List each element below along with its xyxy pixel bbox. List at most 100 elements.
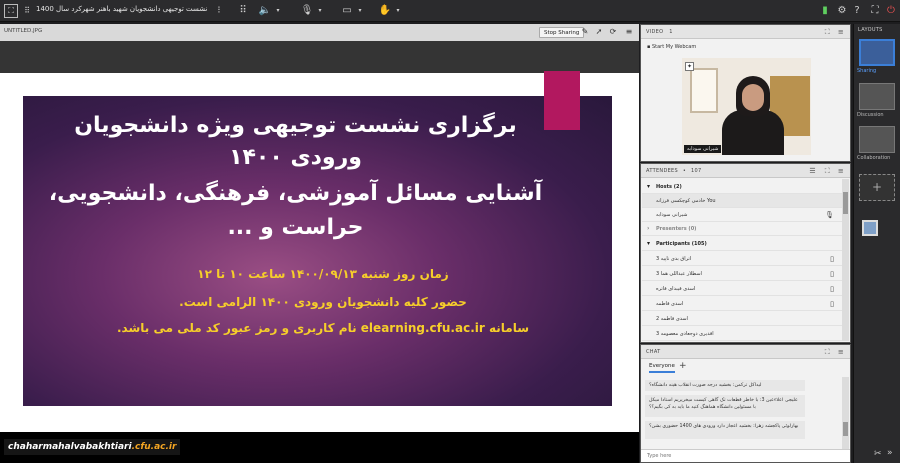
attendees-count: 107 bbox=[691, 168, 702, 174]
participant-row[interactable]: اسدی فاطمه 2 bbox=[642, 312, 842, 326]
top-menu-bar: ⛶ ⠿ نشست توجیهی دانشجویان شهید باهنر شهر… bbox=[0, 0, 900, 22]
grid-menu-icon[interactable]: ⠿ bbox=[236, 4, 250, 18]
participant-row[interactable]: اسدی فاطمه ▯ bbox=[642, 297, 842, 311]
chevron-down-icon: ▾ bbox=[647, 240, 651, 247]
layouts-title: LAYOUTS bbox=[858, 27, 883, 33]
slide-heading-line-3: آشنایی مسائل آموزشی، فرهنگی، دانشجویی، bbox=[48, 181, 543, 206]
layouts-toggle-chevron-icon[interactable]: » bbox=[887, 448, 893, 458]
slide-accent-bar bbox=[544, 71, 580, 130]
chat-pod: CHAT ⛶ ≡ Everyone + لیداکل ترکمن: بخشید … bbox=[640, 344, 851, 463]
app-logo-icon[interactable]: ⛶ bbox=[4, 4, 18, 18]
announcement-slide: برگزاری نشست توجیهی ویژه دانشجویان ورودی… bbox=[23, 71, 612, 406]
chat-pod-header: CHAT ⛶ ≡ bbox=[641, 345, 850, 359]
new-chat-tab-icon[interactable]: + bbox=[679, 361, 687, 371]
attendees-pod: ATTENDEES • 107 ☰ ⛶ ≡ ▾ Hosts (2) You خاد… bbox=[640, 163, 851, 343]
microphone-icon: 🎙 bbox=[825, 211, 834, 219]
slide-heading-line-1: برگزاری نشست توجیهی ویژه دانشجویان bbox=[74, 113, 517, 138]
host-name: You خادمی کوچکسی فرزانه bbox=[656, 198, 716, 204]
chat-options-icon[interactable]: ≡ bbox=[838, 345, 844, 359]
add-layout-button[interactable]: + bbox=[859, 174, 895, 201]
mobile-device-icon: ▯ bbox=[830, 300, 834, 308]
attendees-maximize-icon[interactable]: ⛶ bbox=[825, 164, 830, 178]
power-exit-icon[interactable]: ⏻ bbox=[884, 4, 898, 18]
participant-row[interactable]: اسدی فیبدای فاتره ▯ bbox=[642, 282, 842, 296]
menu-grid-icon[interactable]: ⠿ bbox=[20, 4, 34, 18]
share-bottom-band: chaharmahalvabakhtiari.cfu.ac.ir bbox=[0, 432, 639, 463]
mobile-device-icon: ▯ bbox=[830, 285, 834, 293]
participants-section-header[interactable]: ▾ Participants (105) bbox=[642, 237, 842, 251]
participant-row[interactable]: افدیری دوجعادی معصومه 3 bbox=[642, 327, 842, 341]
hosts-section-header[interactable]: ▾ Hosts (2) bbox=[642, 180, 842, 194]
chevron-right-icon: › bbox=[647, 225, 650, 232]
meeting-title: نشست توجیهی دانشجویان شهید باهنر شهرکرد … bbox=[36, 5, 208, 13]
slide-info-attendance: حضور کلیه دانشجویان ورودی ۱۴۰۰ الزامی اس… bbox=[179, 295, 467, 309]
speaker-dropdown-chevron-icon[interactable]: ▾ bbox=[271, 4, 285, 18]
connection-status-icon: ▮ bbox=[822, 5, 828, 16]
chat-tab-everyone[interactable]: Everyone bbox=[649, 363, 675, 373]
hand-dropdown-chevron-icon[interactable]: ▾ bbox=[391, 4, 405, 18]
layout-sharing-label[interactable]: Sharing bbox=[857, 68, 899, 74]
start-webcam-button[interactable]: ▪ Start My Webcam bbox=[647, 44, 696, 50]
slide-info-system: سامانه elearning.cfu.ac.ir نام کاربری و … bbox=[116, 321, 529, 335]
attendees-scroll-thumb[interactable] bbox=[843, 192, 848, 214]
video-pod: VIDEO 1 ⛶ ≡ ▪ Start My Webcam شیرانی سود… bbox=[640, 24, 851, 162]
attendees-options-icon[interactable]: ≡ bbox=[838, 164, 844, 178]
raise-hand-icon[interactable]: ✋ bbox=[378, 4, 392, 18]
speaker-face bbox=[742, 84, 764, 111]
mobile-device-icon: ▯ bbox=[830, 270, 834, 278]
layouts-sidebar: LAYOUTS Sharing Discussion Collaboration… bbox=[853, 24, 900, 463]
sync-icon[interactable]: ⟳ bbox=[608, 27, 618, 37]
attendees-list-view-icon[interactable]: ☰ bbox=[809, 164, 816, 178]
attendees-pod-header: ATTENDEES • 107 ☰ ⛶ ≡ bbox=[641, 164, 850, 178]
layout-discussion-thumbnail[interactable] bbox=[859, 83, 895, 110]
video-pin-icon[interactable]: ✦ bbox=[685, 62, 694, 71]
chat-message: لیداکل ترکمن: بخشید درجه صورت انقلاب هین… bbox=[645, 380, 805, 391]
chat-scrollbar[interactable] bbox=[842, 377, 849, 449]
speaker-icon[interactable]: 🔈 bbox=[258, 4, 272, 18]
pointer-icon[interactable]: ➚ bbox=[594, 27, 604, 37]
help-icon[interactable]: ? bbox=[850, 4, 864, 18]
presenters-section-header[interactable]: › Presenters (0) bbox=[642, 222, 842, 236]
host-name: شیرانی سودابه bbox=[656, 212, 688, 218]
participant-row[interactable]: اسطلار عبداللی هما 3 ▯ bbox=[642, 267, 842, 281]
video-maximize-icon[interactable]: ⛶ bbox=[825, 25, 830, 39]
video-count: 1 bbox=[669, 29, 673, 35]
camera-icon[interactable]: ▭ bbox=[340, 4, 354, 18]
fullscreen-icon[interactable]: ⛶ bbox=[868, 4, 882, 18]
chat-message: علیجی اعلاءعین 3: با خاطر قطعات تک گاهی … bbox=[645, 395, 805, 417]
participant-video-feed: شیرانی سودابه bbox=[682, 58, 811, 155]
tools-icon[interactable]: ✂ bbox=[874, 449, 882, 459]
watermark-name: chaharmahalvabakhtiari bbox=[8, 442, 132, 452]
microphone-icon[interactable]: 🎙 bbox=[300, 4, 314, 18]
layout-collaboration-thumbnail[interactable] bbox=[859, 126, 895, 153]
host-row[interactable]: You خادمی کوچکسی فرزانه bbox=[642, 194, 842, 208]
chat-maximize-icon[interactable]: ⛶ bbox=[825, 345, 830, 359]
layout-collaboration-label[interactable]: Collaboration bbox=[857, 155, 899, 161]
pod-options-icon[interactable]: ≡ bbox=[624, 27, 634, 37]
share-pod: UNTITLED.JPG Stop Sharing ✎ ➚ ⟳ ≡ برگزار… bbox=[0, 24, 639, 463]
share-pod-filename: UNTITLED.JPG bbox=[4, 28, 43, 34]
watermark-domain: .cfu.ac.ir bbox=[131, 442, 177, 452]
layout-sharing-thumbnail[interactable] bbox=[859, 39, 895, 66]
layout-discussion-label[interactable]: Discussion bbox=[857, 112, 899, 118]
layout-grid-icon[interactable]: ⁝ bbox=[212, 4, 226, 18]
participant-row[interactable]: اتراق بدی ناپیه 3 ▯ bbox=[642, 252, 842, 266]
slide-heading-line-4: حراست و ... bbox=[227, 215, 364, 240]
attendees-title: ATTENDEES bbox=[646, 168, 678, 174]
chat-input[interactable]: Type here bbox=[641, 449, 850, 462]
chat-scroll-thumb[interactable] bbox=[843, 422, 848, 436]
attendees-scrollbar[interactable] bbox=[842, 179, 849, 341]
camera-dropdown-chevron-icon[interactable]: ▾ bbox=[353, 4, 367, 18]
mobile-device-icon: ▯ bbox=[830, 255, 834, 263]
background-window bbox=[690, 68, 718, 113]
chat-message: بهارلوئی پاکجشه زهرا: بخشید اعجاز دارد و… bbox=[645, 421, 805, 439]
stop-sharing-button[interactable]: Stop Sharing bbox=[539, 27, 585, 38]
settings-gear-icon[interactable]: ⚙ bbox=[835, 4, 849, 18]
share-screen-thumbnail-icon[interactable] bbox=[862, 220, 878, 236]
share-top-band bbox=[0, 41, 639, 73]
pen-annotate-icon[interactable]: ✎ bbox=[580, 27, 590, 37]
host-row[interactable]: شیرانی سودابه 🎙 bbox=[642, 208, 842, 222]
slide-heading-line-2: ورودی ۱۴۰۰ bbox=[229, 145, 362, 170]
video-options-icon[interactable]: ≡ bbox=[838, 25, 844, 39]
mic-dropdown-chevron-icon[interactable]: ▾ bbox=[313, 4, 327, 18]
